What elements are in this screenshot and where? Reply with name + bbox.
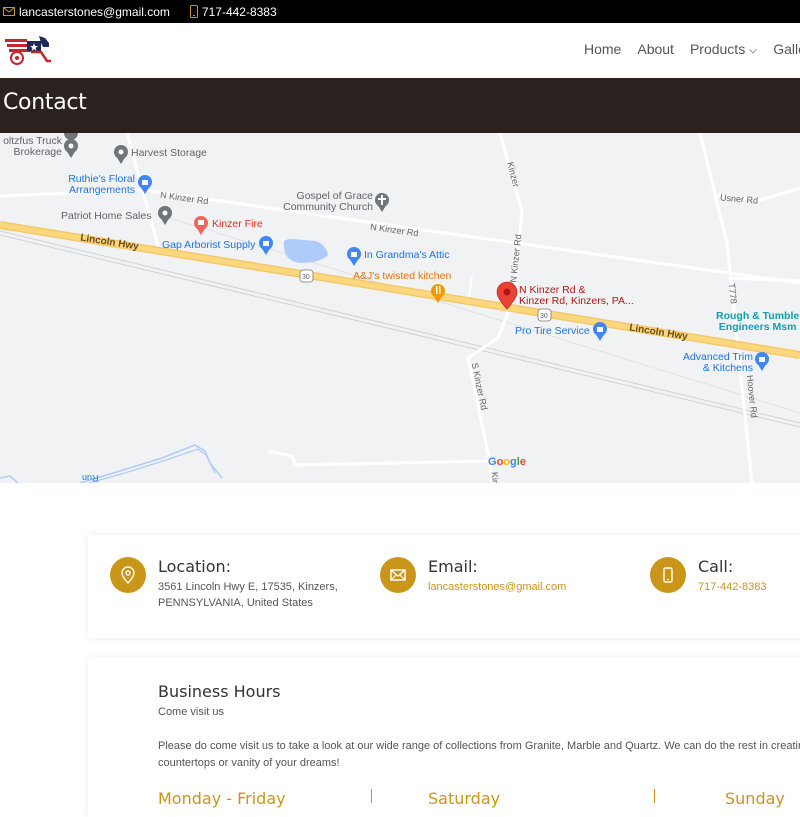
embedded-map[interactable]: oltzfus Truck Brokerage Harvest Storage R… <box>0 133 800 483</box>
map-label-kinzer-fire[interactable]: Kinzer Fire <box>212 219 263 230</box>
location-address-line2: PENNSYLVANIA, United States <box>158 597 313 609</box>
site-header: Home About Products Gallery <box>0 23 800 78</box>
contact-location: Location: 3561 Lincoln Hwy E, 17535, Kin… <box>110 557 338 611</box>
nav-products[interactable]: Products <box>689 41 758 57</box>
road-label-t778: T778 <box>726 282 739 305</box>
map-label-aj-kitchen[interactable]: A&J's twisted kitchen <box>353 271 451 282</box>
google-attribution-logo[interactable]: Google <box>488 457 526 468</box>
top-bar: lancasterstones@gmail.com 717-442-8383 <box>0 0 800 23</box>
label-line: Engineers Msm <box>718 321 797 333</box>
day-divider <box>654 789 655 803</box>
page-title: Contact <box>3 90 87 115</box>
business-hours-card: Business Hours Come visit us Please do c… <box>88 657 800 817</box>
route-30-label-2: 30 <box>540 313 548 320</box>
envelope-icon <box>380 557 416 593</box>
day-sunday: Sunday <box>725 789 785 808</box>
topbar-email-link[interactable]: lancasterstones@gmail.com <box>3 5 170 19</box>
site-logo[interactable] <box>3 31 55 65</box>
topbar-email-text: lancasterstones@gmail.com <box>19 4 170 19</box>
map-label-gap-arborist[interactable]: Gap Arborist Supply <box>162 240 255 251</box>
label-line: Community Church <box>283 201 373 213</box>
business-hours-subtitle: Come visit us <box>158 706 225 718</box>
email-title: Email: <box>428 557 478 576</box>
map-label-advanced-trim[interactable]: Advanced Trim & Kitchens <box>678 352 753 374</box>
contact-info-card: Location: 3561 Lincoln Hwy E, 17535, Kin… <box>88 535 800 638</box>
nav-products-label: Products <box>689 41 746 57</box>
map-label-grandma[interactable]: In Grandma's Attic <box>364 250 449 261</box>
map-label-pro-tire[interactable]: Pro Tire Service <box>515 326 590 337</box>
chevron-down-icon <box>749 41 758 57</box>
business-hours-description: Please do come visit us to take a look a… <box>158 738 800 771</box>
map-label-harvest[interactable]: Harvest Storage <box>131 148 207 159</box>
topbar-phone-text: 717-442-8383 <box>201 4 277 19</box>
nav-gallery[interactable]: Gallery <box>773 41 800 57</box>
map-label-patriot[interactable]: Patriot Home Sales <box>61 211 151 222</box>
day-saturday: Saturday <box>428 789 501 808</box>
business-hours-title: Business Hours <box>158 682 281 701</box>
email-link[interactable]: lancasterstones@gmail.com <box>428 579 566 595</box>
call-title: Call: <box>698 557 734 576</box>
topbar-phone-link[interactable]: 717-442-8383 <box>189 4 277 19</box>
phone-link[interactable]: 717-442-8383 <box>698 579 767 595</box>
label-line: & Kitchens <box>702 362 753 374</box>
map-label-gospel[interactable]: Gospel of Grace Community Church <box>280 191 373 213</box>
map-label-rough-tumble[interactable]: Rough & Tumble Engineers Msm <box>716 311 799 333</box>
description-line: Please do come visit us to take a look a… <box>158 740 800 752</box>
pond <box>283 239 328 263</box>
map-label-ruthies[interactable]: Ruthie's Floral Arrangements <box>67 174 135 196</box>
map-marker-icon <box>110 557 146 593</box>
mobile-phone-icon <box>189 5 198 18</box>
day-monday-friday: Monday - Friday <box>158 789 286 808</box>
route-30-label-1: 30 <box>302 274 310 281</box>
main-nav: Home About Products Gallery <box>584 41 800 57</box>
label-line: Kinzer Rd, Kinzers, PA... <box>519 295 634 307</box>
creek-label: Run <box>82 473 99 483</box>
poi-fire-pin <box>194 216 208 235</box>
day-divider <box>371 789 372 803</box>
mobile-phone-icon <box>650 557 686 593</box>
contact-email: Email: lancasterstones@gmail.com <box>380 557 566 595</box>
location-address-line1: 3561 Lincoln Hwy E, 17535, Kinzers, <box>158 581 338 593</box>
contact-call: Call: 717-442-8383 <box>650 557 767 595</box>
description-line: countertops or vanity of your dreams! <box>158 756 340 769</box>
label-line: Brokerage <box>13 146 62 158</box>
page-title-band: Contact <box>0 78 800 133</box>
road-hoover <box>698 133 754 483</box>
map-label-stoltzfus[interactable]: oltzfus Truck Brokerage <box>0 136 62 158</box>
nav-about[interactable]: About <box>637 41 674 57</box>
envelope-icon <box>3 7 15 16</box>
poi-blue-pins <box>138 175 769 371</box>
road-label-kin: Kin <box>489 471 501 483</box>
label-line: Arrangements <box>69 184 135 196</box>
location-title: Location: <box>158 557 232 576</box>
nav-home[interactable]: Home <box>584 41 621 57</box>
map-label-pin[interactable]: N Kinzer Rd & Kinzer Rd, Kinzers, PA... <box>519 285 634 307</box>
wagon-logo-icon <box>5 36 51 65</box>
